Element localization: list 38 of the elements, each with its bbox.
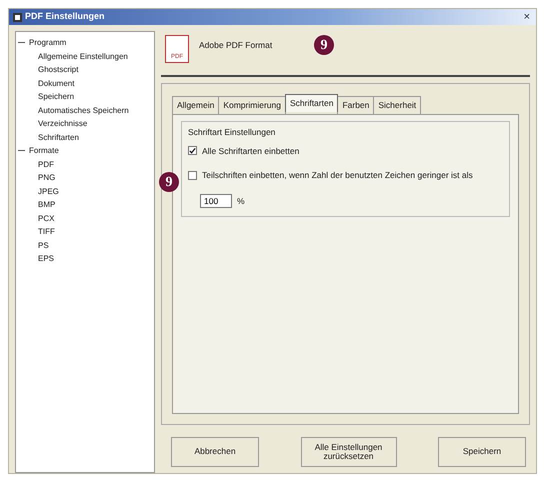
format-title: Adobe PDF Format — [199, 39, 272, 52]
percent-field[interactable]: 100 — [200, 194, 232, 208]
app-icon — [13, 12, 22, 22]
window-title: PDF Einstellungen — [25, 10, 105, 24]
checkbox-label: Alle Schriftarten einbetten — [202, 144, 300, 158]
tree-item[interactable]: Ghostscript — [18, 63, 152, 76]
tree-item[interactable]: BMP — [18, 198, 152, 212]
group-title: Schriftart Einstellungen — [188, 126, 276, 138]
tree-item[interactable]: Verzeichnisse — [18, 117, 152, 130]
tree-item[interactable]: PCX — [18, 212, 152, 225]
tree-item[interactable]: Automatisches Speichern — [18, 104, 152, 117]
tree-item[interactable]: Formate — [29, 144, 59, 158]
tree-item[interactable]: Schriftarten — [18, 130, 152, 144]
tree-item[interactable]: Speichern — [18, 90, 152, 104]
checkbox-label: Teilschriften einbetten, wenn Zahl der benutzten Zeichen geringer ist als — [202, 169, 473, 182]
tree-item[interactable]: PS — [18, 238, 152, 252]
tab[interactable]: Allgemein — [172, 96, 220, 114]
tree-item[interactable]: PNG — [18, 171, 152, 184]
tree-item[interactable]: JPEG — [18, 184, 152, 198]
tree-item[interactable]: PDF — [18, 158, 152, 171]
dialog-button[interactable]: Alle Einstellungen zurücksetzen — [300, 437, 396, 467]
checkbox[interactable] — [188, 146, 197, 156]
dialog-button[interactable]: Speichern — [438, 437, 526, 467]
tree-item[interactable]: Programm — [29, 36, 66, 50]
tab[interactable]: Sicherheit — [373, 96, 422, 114]
tab[interactable]: Farben — [337, 96, 374, 114]
dialog-button[interactable]: Abbrechen — [171, 437, 259, 467]
tab[interactable]: Komprimierung — [218, 96, 286, 114]
callout-marker: 9 — [314, 35, 334, 55]
close-button[interactable]: × — [522, 12, 532, 22]
tree-item[interactable]: Allgemeine Einstellungen — [18, 50, 152, 63]
percent-unit: % — [237, 194, 245, 208]
tab[interactable]: Schriftarten — [284, 94, 338, 112]
tree-item[interactable]: TIFF — [18, 225, 152, 238]
checkbox[interactable] — [188, 171, 197, 180]
callout-marker: 9 — [159, 172, 179, 192]
tree-item[interactable]: EPS — [18, 252, 152, 266]
tree-item[interactable]: Dokument — [18, 76, 152, 90]
